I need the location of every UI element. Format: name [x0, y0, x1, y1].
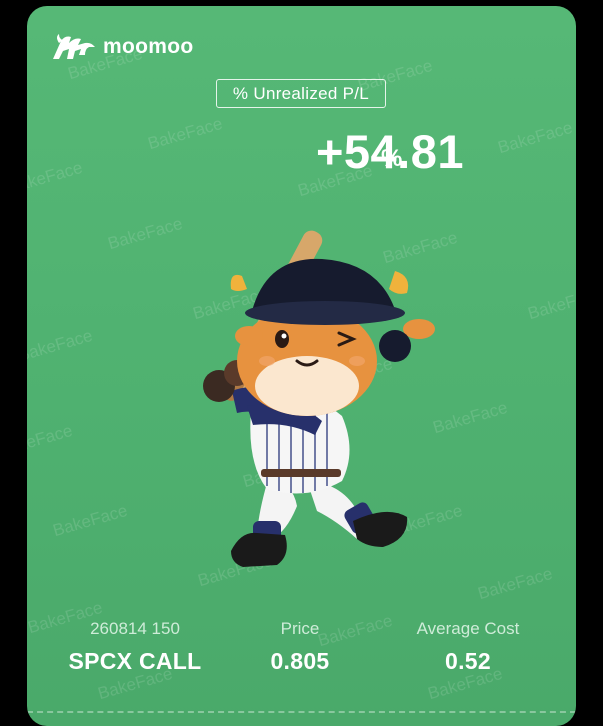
price-label: Price [280, 619, 320, 638]
average-cost-label: Average Cost [416, 619, 520, 638]
watermark: BakeFace [27, 325, 95, 366]
watermark: BakeFace [50, 500, 130, 541]
bull-logo-icon [51, 33, 97, 61]
unrealized-pl-label: % Unrealized P/L [216, 79, 386, 108]
contract-label: 260814 150 [90, 619, 180, 638]
unrealized-pl-unit: % [381, 145, 403, 172]
brand-name: moomoo [103, 35, 194, 58]
pnl-share-card: BakeFace BakeFace BakeFace BakeFace Bake… [27, 6, 576, 726]
average-cost-stat: Average Cost 0.52 [383, 618, 553, 675]
watermark: BakeFace [495, 117, 575, 158]
average-cost-value: 0.52 [445, 648, 491, 674]
contract-stat: 260814 150 SPCX CALL [50, 618, 220, 675]
price-value: 0.805 [270, 648, 330, 674]
contract-value: SPCX CALL [68, 648, 202, 674]
divider [27, 711, 576, 713]
price-stat: Price 0.805 [215, 618, 385, 675]
watermark: BakeFace [27, 420, 75, 461]
watermark: BakeFace [475, 563, 555, 604]
bull-baseball-mascot-icon [157, 221, 447, 586]
watermark: BakeFace [525, 283, 576, 324]
brand: moomoo [51, 33, 193, 61]
